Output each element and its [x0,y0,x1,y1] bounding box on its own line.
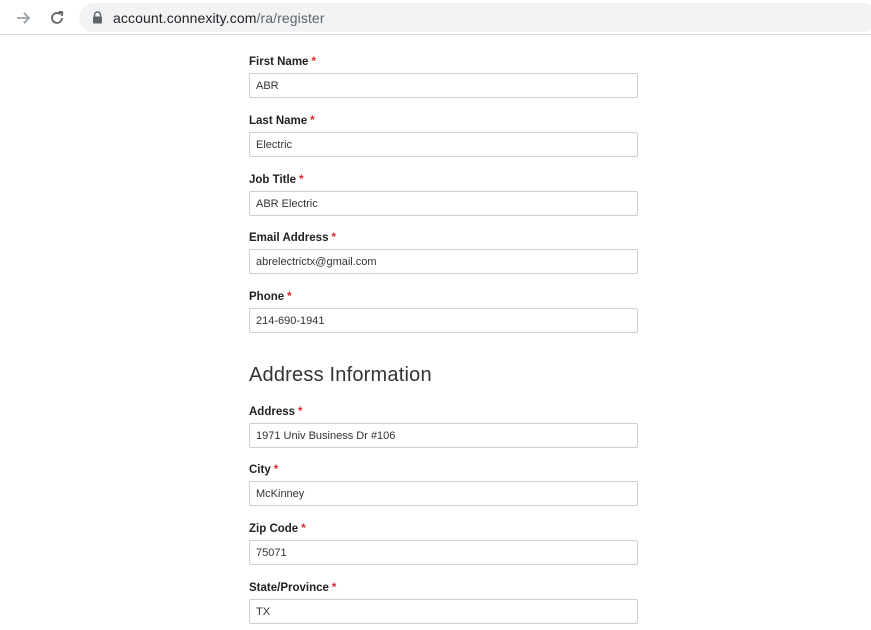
address-label: Address * [249,406,303,418]
url-text[interactable]: account.connexity.com/ra/register [113,10,325,26]
job-title-field: Job Title * [249,172,638,216]
city-label: City * [249,464,279,476]
phone-input[interactable] [249,308,638,333]
city-field: City * [249,462,638,506]
first-name-field: First Name * [249,54,638,98]
required-marker: * [301,523,306,535]
zip-code-field: Zip Code * [249,521,638,565]
email-field: Email Address * [249,230,638,274]
zip-code-label: Zip Code * [249,523,306,535]
last-name-input[interactable] [249,132,638,157]
reload-icon[interactable] [44,5,70,31]
job-title-input[interactable] [249,191,638,216]
job-title-label: Job Title * [249,174,304,186]
address-section-title: Address Information [249,364,432,386]
lock-icon[interactable] [91,11,103,25]
email-input[interactable] [249,249,638,274]
first-name-input[interactable] [249,73,638,98]
address-input[interactable] [249,423,638,448]
city-input[interactable] [249,481,638,506]
address-field: Address * [249,404,638,448]
required-marker: * [331,582,337,594]
last-name-label: Last Name * [249,115,315,127]
required-marker: * [273,464,279,476]
phone-field: Phone * [249,289,638,333]
required-marker: * [331,232,336,244]
state-province-label: State/Province * [249,582,337,594]
url-host: account.connexity.com [113,9,257,26]
forward-arrow-icon[interactable] [11,5,37,31]
last-name-field: Last Name * [249,113,638,157]
browser-toolbar: account.connexity.com/ra/register [0,0,871,35]
address-bar[interactable]: account.connexity.com/ra/register [79,3,871,32]
zip-code-input[interactable] [249,540,638,565]
url-path: /ra/register [256,9,325,26]
first-name-label: First Name * [249,56,316,68]
phone-label: Phone * [249,291,292,303]
state-province-field: State/Province * [249,580,638,624]
required-marker: * [299,174,304,186]
state-province-input[interactable] [249,599,638,624]
required-marker: * [298,406,303,418]
required-marker: * [287,291,292,303]
required-marker: * [310,115,315,127]
required-marker: * [311,56,316,68]
email-label: Email Address * [249,232,336,244]
